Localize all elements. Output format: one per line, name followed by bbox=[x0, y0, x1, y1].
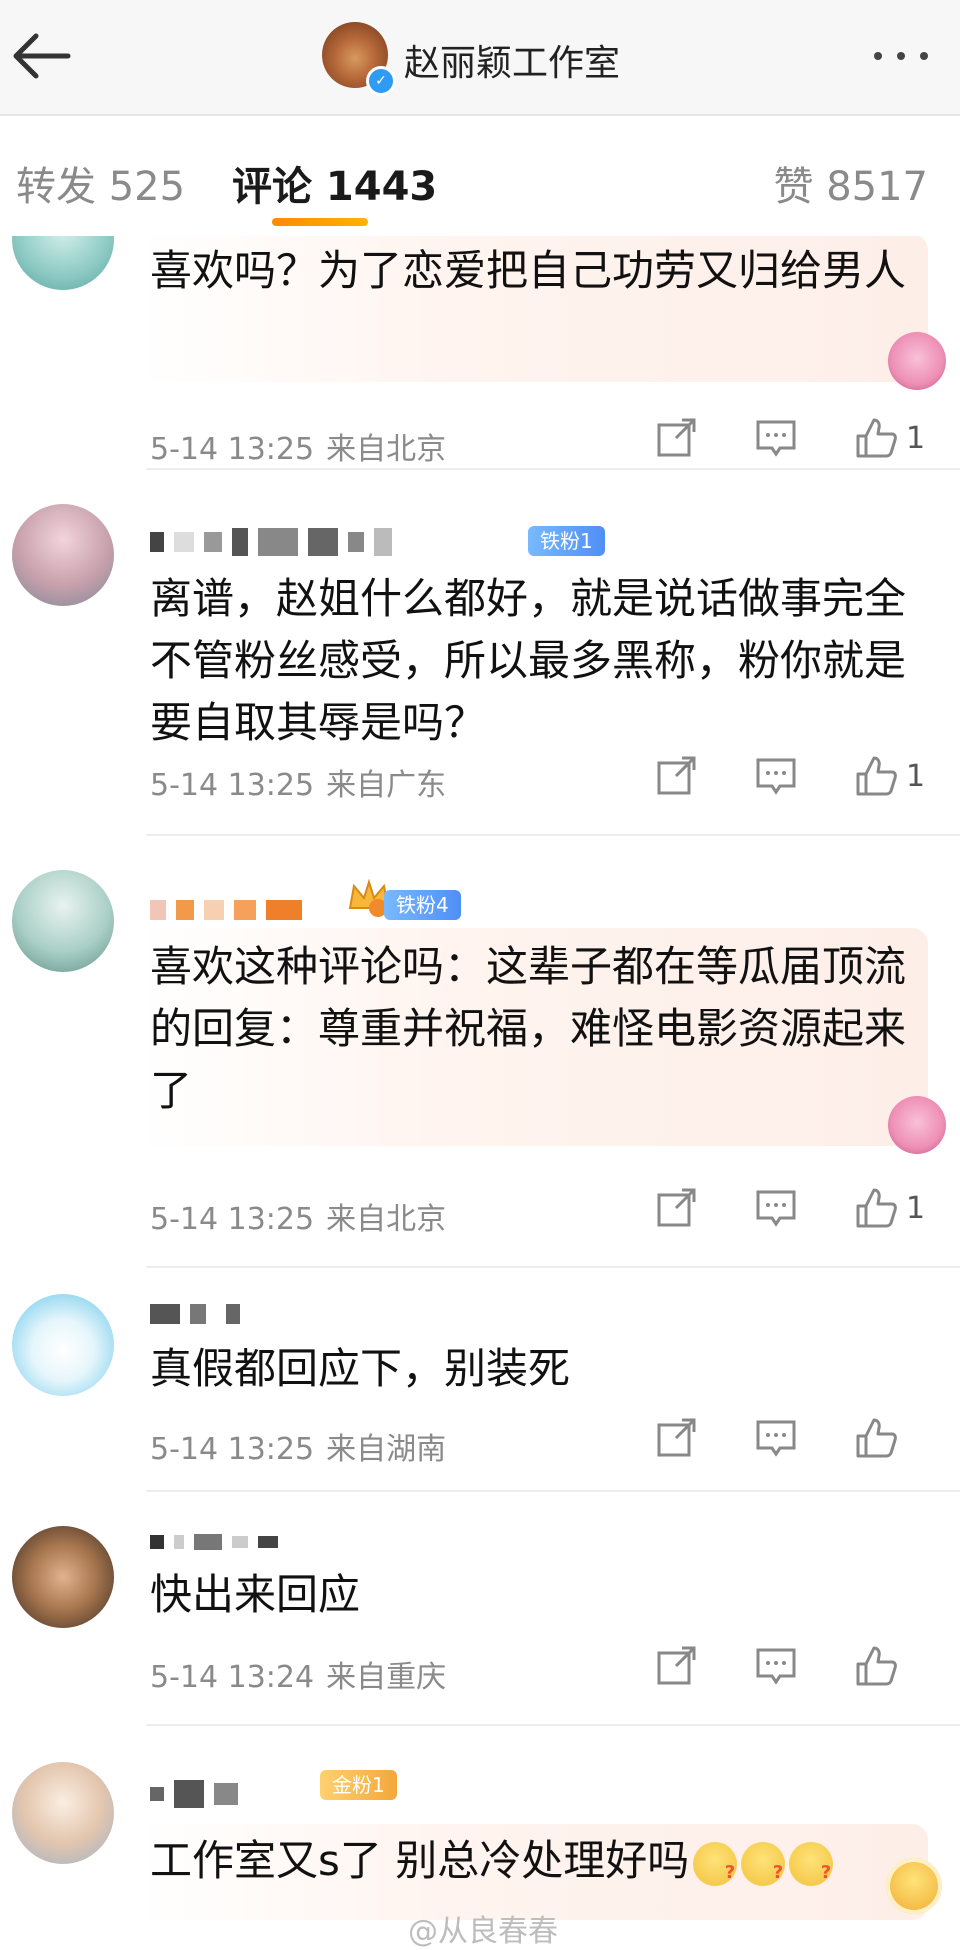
comment-meta: 5-14 13:25 来自湖南 bbox=[150, 1424, 446, 1468]
share-icon[interactable] bbox=[654, 416, 698, 460]
like-icon[interactable] bbox=[854, 1186, 898, 1230]
divider bbox=[146, 1724, 960, 1726]
tab-bar: 转发 525 评论 1443 赞 8517 bbox=[0, 116, 960, 236]
comment-meta: 5-14 13:24 来自重庆 bbox=[150, 1652, 446, 1696]
comment-time: 5-14 13:25 bbox=[150, 1432, 315, 1467]
username-redacted[interactable] bbox=[150, 894, 302, 926]
more-icon[interactable] bbox=[870, 40, 932, 70]
comment-location: 来自湖南 bbox=[326, 1432, 447, 1467]
share-icon[interactable] bbox=[654, 1644, 698, 1688]
fan-badge[interactable]: 铁粉4 bbox=[384, 890, 461, 920]
avatar[interactable] bbox=[12, 1526, 114, 1628]
anime-sticker-icon bbox=[888, 332, 946, 390]
comment-text: 喜欢这种评论吗：这辈子都在等瓜届顶流的回复：尊重并祝福，难怪电影资源起来了 bbox=[150, 942, 907, 1115]
like-icon[interactable] bbox=[854, 754, 898, 798]
comment-time: 5-14 13:24 bbox=[150, 1660, 315, 1695]
comment-icon[interactable] bbox=[754, 1644, 798, 1688]
active-tab-indicator bbox=[272, 218, 368, 226]
comment-icon[interactable] bbox=[754, 1186, 798, 1230]
comment-text: 工作室又s了 别总冷处理好吗 bbox=[150, 1830, 910, 1904]
tab-comments[interactable]: 评论 1443 bbox=[232, 154, 437, 212]
username-redacted[interactable] bbox=[150, 1298, 240, 1330]
like-count: 1 bbox=[906, 420, 926, 456]
comment-actions: 1 bbox=[654, 1186, 930, 1230]
comment-text: 快出来回应 bbox=[150, 1570, 361, 1619]
divider bbox=[146, 1266, 960, 1268]
comment-icon[interactable] bbox=[754, 416, 798, 460]
username-redacted[interactable] bbox=[150, 1526, 278, 1558]
comment-location: 来自北京 bbox=[326, 1202, 447, 1237]
comment-location: 来自北京 bbox=[326, 432, 447, 467]
like-icon[interactable] bbox=[854, 1416, 898, 1460]
comment-feed[interactable]: 喜欢吗？为了恋爱把自己功劳又归给男人 5-14 13:25 来自北京 1 铁粉1 bbox=[0, 236, 960, 1945]
avatar[interactable] bbox=[12, 1294, 114, 1396]
divider bbox=[146, 468, 960, 470]
like-count: 1 bbox=[906, 758, 926, 794]
avatar[interactable] bbox=[12, 504, 114, 606]
comment-item: 铁粉4 喜欢这种评论吗：这辈子都在等瓜届顶流的回复：尊重并祝福，难怪电影资源起来… bbox=[0, 870, 960, 1268]
fan-badge[interactable]: 铁粉1 bbox=[528, 526, 605, 556]
like-icon[interactable] bbox=[854, 416, 898, 460]
watermark: @从良春春 bbox=[408, 1914, 558, 1949]
divider bbox=[146, 1490, 960, 1492]
comment-text: 离谱，赵姐什么都好，就是说话做事完全不管粉丝感受，所以最多黑称，粉你就是要自取其… bbox=[150, 574, 907, 747]
tab-likes[interactable]: 赞 8517 bbox=[773, 154, 928, 212]
like-icon[interactable] bbox=[854, 1644, 898, 1688]
comment-icon[interactable] bbox=[754, 754, 798, 798]
comment-time: 5-14 13:25 bbox=[150, 768, 315, 803]
comment-text: 真假都回应下，别装死 bbox=[150, 1344, 571, 1393]
tab-repost[interactable]: 转发 525 bbox=[16, 154, 185, 212]
confused-emoji-icon bbox=[789, 1841, 834, 1904]
comment-actions bbox=[654, 1416, 930, 1460]
comment-meta: 5-14 13:25 来自广东 bbox=[150, 760, 446, 804]
fan-badge[interactable]: 金粉1 bbox=[320, 1770, 397, 1800]
page-title[interactable]: 赵丽颖工作室 bbox=[404, 34, 620, 86]
comment-icon[interactable] bbox=[754, 1416, 798, 1460]
comment-item: 铁粉1 离谱，赵姐什么都好，就是说话做事完全不管粉丝感受，所以最多黑称，粉你就是… bbox=[0, 504, 960, 836]
comment-item: 快出来回应 5-14 13:24 来自重庆 bbox=[0, 1526, 960, 1726]
back-arrow-icon[interactable] bbox=[6, 26, 76, 86]
comment-location: 来自广东 bbox=[326, 768, 447, 803]
avatar[interactable] bbox=[12, 236, 114, 290]
comment-item: 真假都回应下，别装死 5-14 13:25 来自湖南 bbox=[0, 1294, 960, 1494]
share-icon[interactable] bbox=[654, 1416, 698, 1460]
confused-emoji-icon bbox=[741, 1841, 786, 1904]
avatar[interactable] bbox=[12, 870, 114, 972]
comment-meta: 5-14 13:25 来自北京 bbox=[150, 424, 446, 468]
comment-text-content: 工作室又s了 别总冷处理好吗 bbox=[150, 1836, 690, 1885]
comment-text: 喜欢吗？为了恋爱把自己功劳又归给男人 bbox=[150, 246, 907, 295]
comment-actions: 1 bbox=[654, 754, 930, 798]
share-icon[interactable] bbox=[654, 1186, 698, 1230]
comment-meta: 5-14 13:25 来自北京 bbox=[150, 1194, 446, 1238]
comment-location: 来自重庆 bbox=[326, 1660, 447, 1695]
username-redacted[interactable] bbox=[150, 1778, 238, 1810]
comment-item: 喜欢吗？为了恋爱把自己功劳又归给男人 5-14 13:25 来自北京 1 bbox=[0, 236, 960, 470]
username-redacted[interactable] bbox=[150, 526, 392, 558]
confused-emoji-icon bbox=[693, 1841, 738, 1904]
verified-icon: ✓ bbox=[366, 66, 396, 96]
like-count: 1 bbox=[906, 1190, 926, 1226]
comment-time: 5-14 13:25 bbox=[150, 1202, 315, 1237]
comment-actions bbox=[654, 1644, 930, 1688]
comment-time: 5-14 13:25 bbox=[150, 432, 315, 467]
avatar[interactable] bbox=[12, 1762, 114, 1864]
share-icon[interactable] bbox=[654, 754, 698, 798]
top-bar: ✓ 赵丽颖工作室 bbox=[0, 0, 960, 116]
comment-actions: 1 bbox=[654, 416, 930, 460]
divider bbox=[146, 834, 960, 836]
